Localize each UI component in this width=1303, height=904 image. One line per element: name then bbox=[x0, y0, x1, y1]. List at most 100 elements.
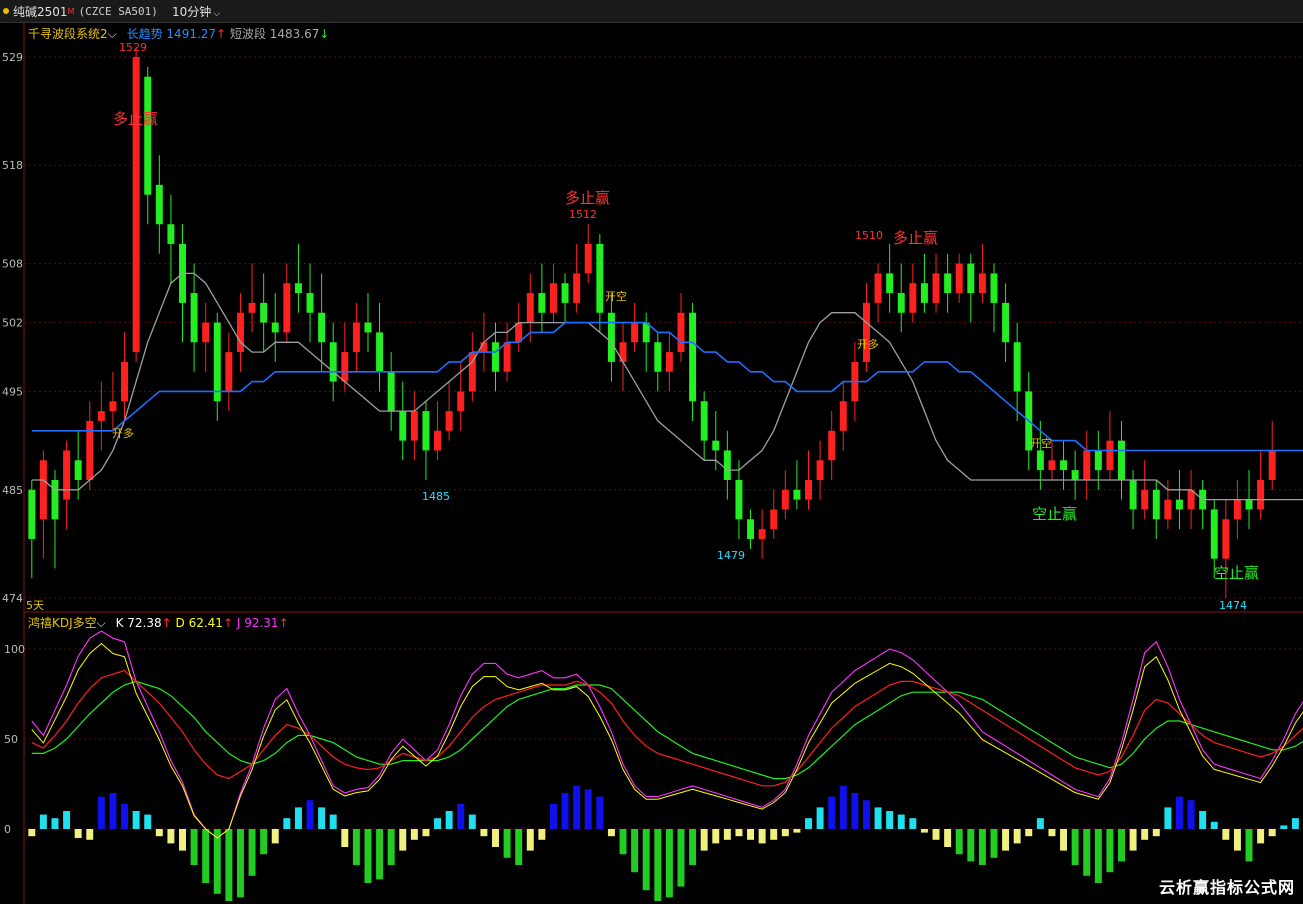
kdj-histogram-bar bbox=[793, 829, 801, 833]
kdj-histogram-bar bbox=[1268, 829, 1276, 837]
kdj-histogram-bar bbox=[74, 829, 82, 838]
candle-body bbox=[1071, 470, 1079, 480]
symbol-name[interactable]: 纯碱2501 bbox=[13, 3, 68, 20]
kdj-histogram-bar bbox=[28, 829, 36, 837]
kdj-histogram-bar bbox=[387, 829, 395, 865]
kdj-histogram-bar bbox=[607, 829, 615, 837]
kdj-histogram-bar bbox=[51, 818, 59, 829]
up-arrow-icon: ↑ bbox=[161, 616, 172, 630]
kdj-histogram-bar bbox=[1175, 796, 1183, 829]
long-trend-line bbox=[31, 321, 1303, 452]
candle-body bbox=[1222, 519, 1230, 559]
kdj-histogram-bar bbox=[1233, 829, 1241, 851]
kdj-histogram-bar bbox=[97, 796, 105, 829]
candle-body bbox=[978, 273, 986, 294]
kdj-histogram-bar bbox=[376, 829, 384, 880]
candle-body bbox=[1268, 450, 1276, 480]
price-tick-label: 518 bbox=[2, 159, 23, 172]
kdj-histogram-bar bbox=[538, 829, 546, 840]
candle-body bbox=[1060, 460, 1068, 471]
chart-canvas[interactable]: 529 518 508 502 495 485 474 100 50 0 bbox=[0, 23, 1303, 904]
kdj-histogram-bar bbox=[758, 829, 766, 844]
kdj-histogram-bar bbox=[1083, 829, 1091, 876]
kdj-histogram-bar bbox=[1106, 829, 1114, 873]
candle-body bbox=[967, 263, 975, 294]
candle-body bbox=[886, 273, 894, 294]
kdj-histogram-bar bbox=[596, 796, 604, 829]
candle-body bbox=[607, 312, 615, 362]
kdj-histogram-bar bbox=[1187, 800, 1195, 829]
candle-body bbox=[781, 489, 789, 510]
candle-body bbox=[364, 322, 372, 333]
period-label: 10分钟 bbox=[171, 4, 212, 19]
title-bar: 纯碱2501 M (CZCE SA501) 10分钟 ⌵ bbox=[0, 0, 1303, 23]
chevron-down-icon: ⌵ bbox=[96, 616, 106, 630]
candle-body bbox=[260, 302, 268, 323]
candle-body bbox=[248, 302, 256, 313]
candle-body bbox=[897, 293, 905, 313]
candle-body bbox=[723, 450, 731, 480]
candle-body bbox=[805, 479, 812, 500]
price-mark-high: 1512 bbox=[569, 208, 597, 221]
candle-body bbox=[213, 322, 221, 402]
candle-body bbox=[1094, 450, 1102, 471]
kdj-histogram-bar bbox=[457, 803, 465, 829]
kdj-histogram-bar bbox=[1141, 829, 1149, 840]
long-trend-label: 长趋势 bbox=[126, 27, 163, 41]
price-mark-low: 1479 bbox=[717, 549, 745, 562]
open-short-label: 开空 bbox=[1030, 437, 1052, 450]
kdj-histogram-bar bbox=[39, 814, 47, 829]
kdj-histogram-bar bbox=[503, 829, 511, 858]
candle-body bbox=[665, 352, 673, 372]
kdj-histogram-bar bbox=[735, 829, 743, 837]
candle-body bbox=[561, 283, 569, 303]
candle-body bbox=[1141, 489, 1149, 510]
short-take-profit-label: 空止赢 bbox=[1032, 505, 1078, 523]
kdj-histogram-bar bbox=[781, 829, 789, 837]
kdj-histogram-bar bbox=[63, 811, 71, 829]
candle-body bbox=[700, 401, 708, 441]
kdj-histogram-bar bbox=[283, 818, 291, 829]
status-dot-icon bbox=[3, 8, 9, 14]
kdj-histogram-bar bbox=[1291, 818, 1299, 829]
candle-body bbox=[492, 342, 499, 372]
kdj-histogram-bar bbox=[294, 807, 302, 829]
candle-body bbox=[399, 411, 407, 441]
kdj-legend[interactable]: 鸿禧KDJ多空⌵ K 72.38↑ D 62.41↑ J 92.31↑ bbox=[28, 614, 289, 631]
kdj-tick-label: 50 bbox=[4, 733, 18, 746]
period-selector[interactable]: 10分钟 ⌵ bbox=[172, 3, 220, 20]
candle-body bbox=[920, 283, 928, 303]
short-wave-value: 1483.67 bbox=[269, 27, 320, 41]
kdj-histogram-bar bbox=[851, 793, 859, 829]
candle-body bbox=[596, 243, 604, 313]
kdj-signal-line bbox=[31, 642, 1303, 839]
kdj-histogram-bar bbox=[1257, 829, 1265, 844]
kdj-histogram-bar bbox=[352, 829, 360, 865]
candle-body bbox=[63, 450, 71, 500]
candle-body bbox=[689, 312, 697, 402]
candle-body bbox=[144, 76, 152, 195]
kdj-histogram-bar bbox=[492, 829, 499, 847]
kdj-histogram-bar bbox=[747, 829, 755, 840]
chevron-down-icon: ⌵ bbox=[213, 8, 221, 19]
price-tick-label: 485 bbox=[2, 484, 23, 497]
kdj-histogram-bar bbox=[990, 829, 998, 858]
kdj-histogram-bar bbox=[526, 829, 534, 851]
candle-body bbox=[422, 411, 430, 451]
candle-body bbox=[190, 293, 198, 343]
candle-body bbox=[410, 411, 418, 441]
kdj-d-value: D 62.41 bbox=[175, 616, 223, 630]
kdj-histogram-bar bbox=[121, 803, 129, 829]
kdj-k-value: K 72.38 bbox=[115, 616, 162, 630]
kdj-histogram-bar bbox=[179, 829, 186, 851]
kdj-histogram-bar bbox=[573, 785, 581, 829]
kdj-histogram-bar bbox=[689, 829, 697, 865]
candle-body bbox=[503, 342, 511, 372]
kdj-histogram-bar bbox=[167, 829, 175, 844]
main-indicator-legend[interactable]: 千寻波段系统2⌵ 长趋势 1491.27↑ 短波段 1483.67↓ bbox=[28, 25, 329, 42]
candle-body bbox=[932, 273, 940, 303]
kdj-histogram-bar bbox=[770, 829, 778, 840]
candle-body bbox=[329, 342, 337, 382]
price-mark-high: 1510 bbox=[855, 229, 883, 242]
kdj-histogram-bar bbox=[897, 814, 905, 829]
